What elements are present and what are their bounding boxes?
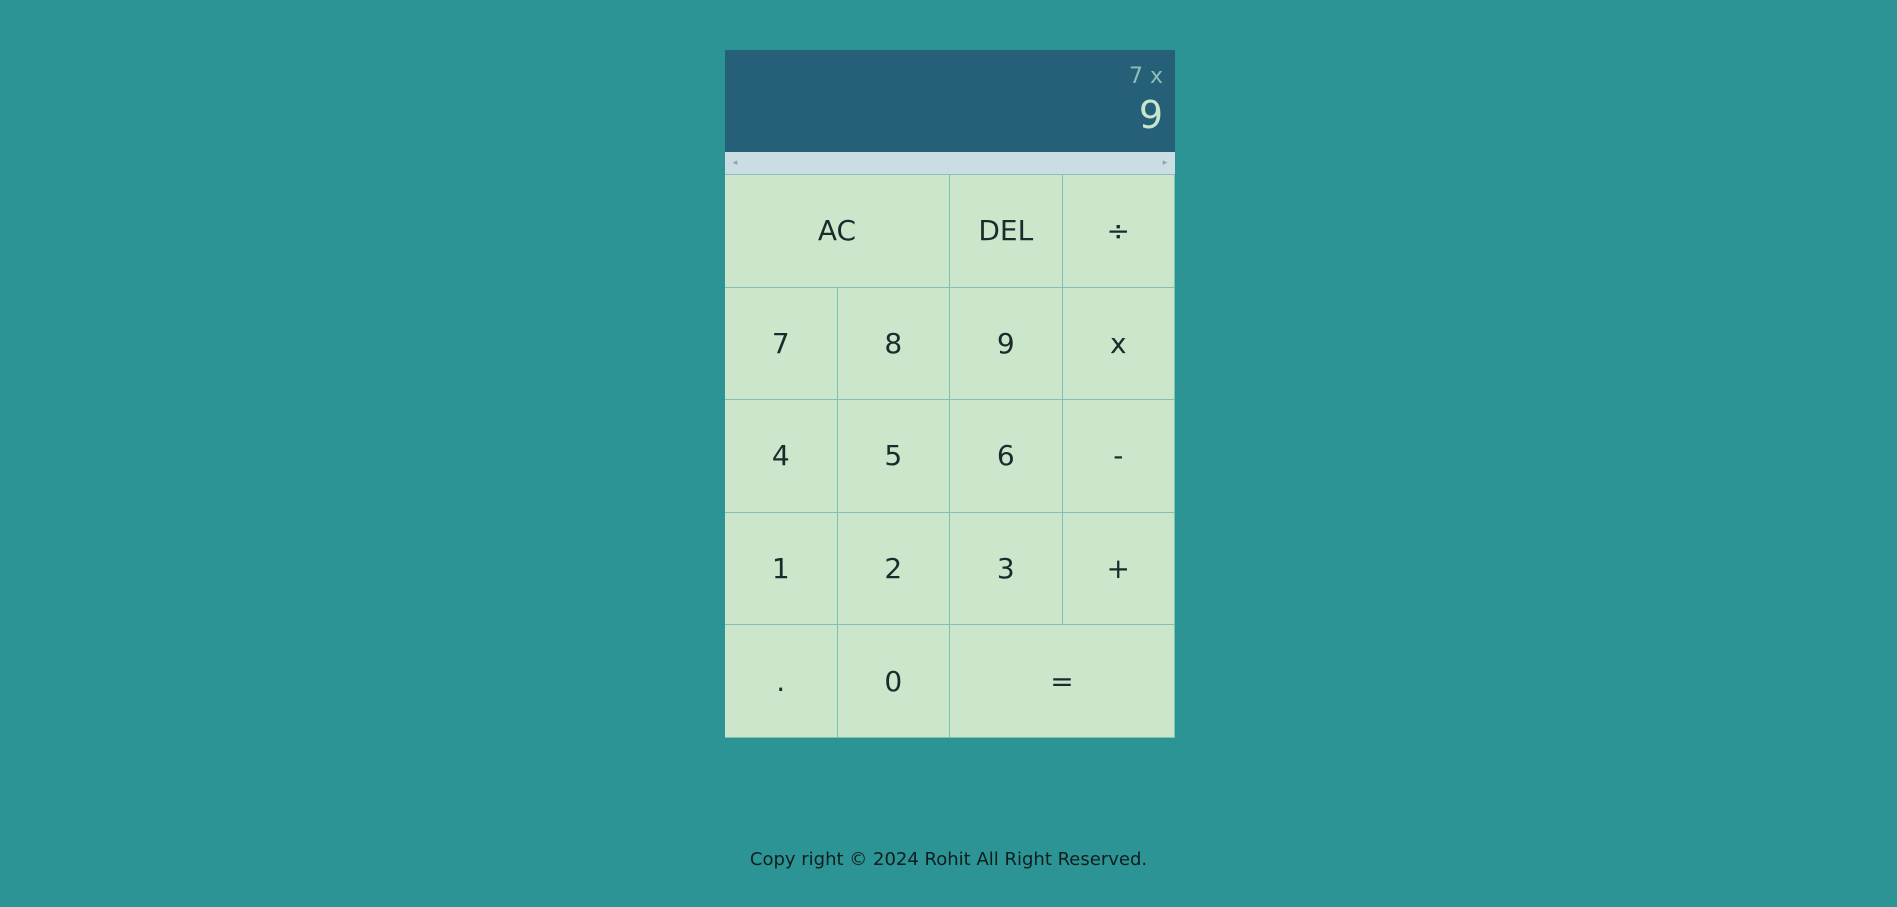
digit-1-button[interactable]: 1: [725, 512, 838, 626]
scroll-right-arrow-icon[interactable]: ▸: [1155, 152, 1175, 174]
all-clear-button[interactable]: AC: [725, 175, 950, 288]
digit-4-button[interactable]: 4: [725, 400, 838, 513]
horizontal-scrollbar[interactable]: ◂ ▸: [725, 152, 1175, 175]
digit-0-button[interactable]: 0: [837, 625, 950, 738]
decimal-button[interactable]: .: [725, 625, 838, 738]
digit-8-button[interactable]: 8: [837, 287, 950, 401]
digit-2-button[interactable]: 2: [837, 512, 950, 626]
current-operand: 9: [1138, 93, 1163, 137]
display: 7 x 9: [725, 50, 1175, 152]
multiply-button[interactable]: x: [1062, 287, 1175, 401]
digit-9-button[interactable]: 9: [950, 287, 1063, 401]
divide-button[interactable]: ÷: [1062, 175, 1175, 288]
subtract-button[interactable]: -: [1062, 400, 1175, 513]
digit-3-button[interactable]: 3: [950, 512, 1063, 626]
calculator: 7 x 9 ◂ ▸ AC DEL ÷ 7 8 9 x 4 5 6 - 1 2 3…: [725, 50, 1175, 738]
copyright-footer: Copy right © 2024 Rohit All Right Reserv…: [749, 849, 1148, 870]
delete-button[interactable]: DEL: [950, 175, 1063, 288]
previous-operand: 7 x: [1128, 64, 1163, 89]
digit-6-button[interactable]: 6: [950, 400, 1063, 513]
digit-5-button[interactable]: 5: [837, 400, 950, 513]
digit-7-button[interactable]: 7: [725, 287, 838, 401]
equals-button[interactable]: =: [950, 625, 1175, 738]
scroll-left-arrow-icon[interactable]: ◂: [725, 152, 745, 174]
keypad: AC DEL ÷ 7 8 9 x 4 5 6 - 1 2 3 + . 0 =: [725, 175, 1175, 738]
add-button[interactable]: +: [1062, 512, 1175, 626]
